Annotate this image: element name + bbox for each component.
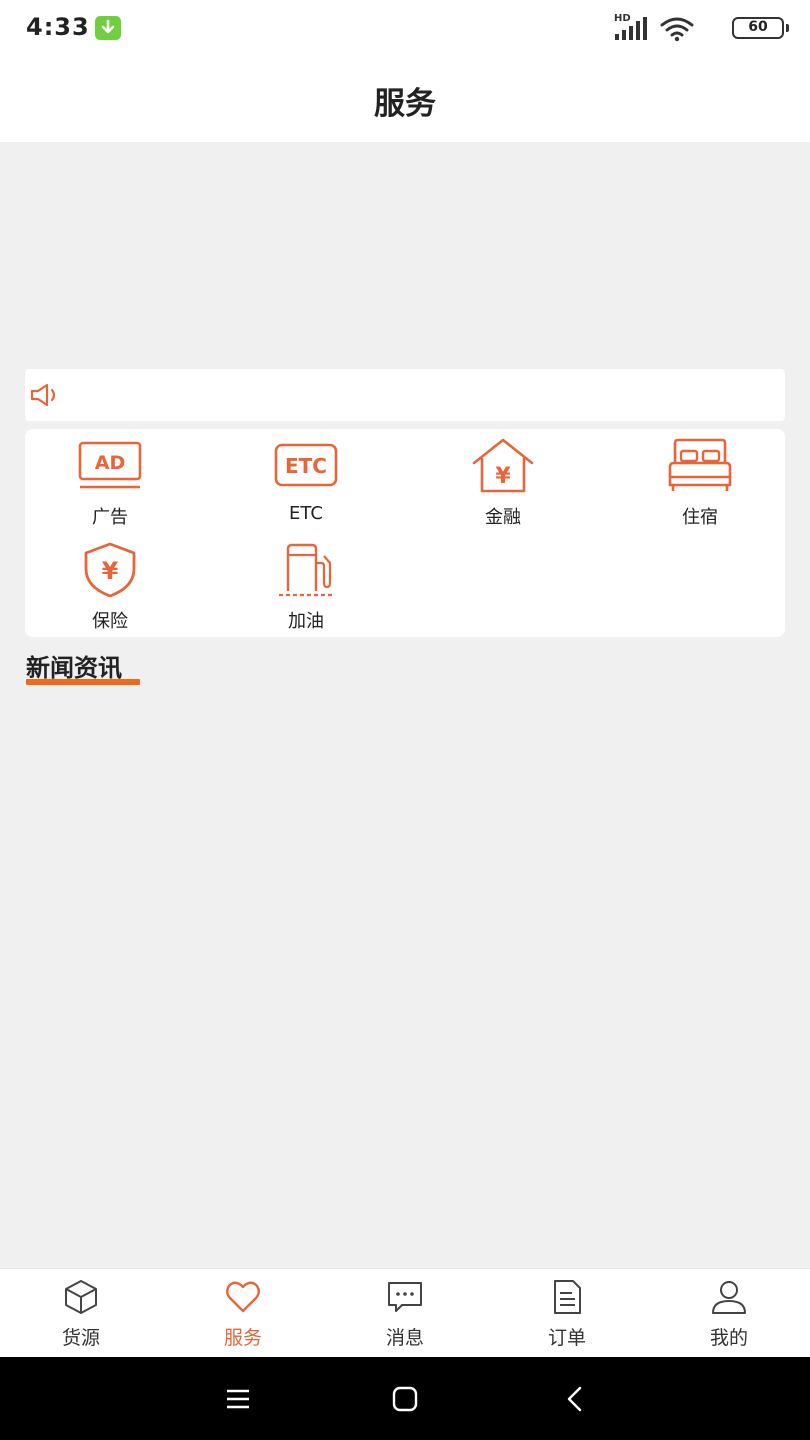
status-time: 4:33 — [26, 13, 90, 41]
speaker-icon — [29, 382, 61, 408]
signal-icon: HD — [614, 13, 648, 42]
tab-label: 货源 — [61, 1327, 100, 1349]
tab-services[interactable]: 服务 — [162, 1269, 324, 1358]
etc-icon-text: ETC — [285, 454, 327, 478]
battery-icon: 60 — [732, 17, 789, 39]
service-panel: AD 广告 ETC ETC ¥ 金融 住宿 ¥ 保险 加油 — [25, 429, 785, 637]
notice-bar[interactable] — [25, 369, 785, 421]
service-fuel[interactable]: 加油 — [221, 533, 391, 633]
back-icon[interactable] — [555, 1379, 595, 1419]
finance-house-icon: ¥ — [472, 438, 534, 493]
battery-level: 60 — [748, 19, 768, 35]
service-finance[interactable]: ¥ 金融 — [418, 429, 588, 529]
wifi-icon — [660, 16, 694, 42]
tab-messages[interactable]: 消息 — [324, 1269, 486, 1358]
ad-icon: AD — [78, 441, 142, 489]
service-label: 加油 — [288, 611, 324, 632]
tab-label: 订单 — [547, 1327, 586, 1349]
service-label: ETC — [289, 503, 323, 524]
user-icon — [712, 1281, 746, 1314]
service-label: 金融 — [485, 507, 521, 528]
banner-area[interactable] — [0, 142, 810, 368]
news-section-title: 新闻资讯 — [26, 654, 122, 682]
page-title: 服务 — [374, 86, 436, 122]
heart-icon — [226, 1281, 260, 1313]
ad-icon-text: AD — [95, 452, 125, 474]
etc-icon: ETC — [274, 443, 338, 487]
bed-icon — [668, 438, 732, 491]
service-insurance[interactable]: ¥ 保险 — [25, 533, 195, 633]
message-icon — [388, 1282, 422, 1312]
service-label: 广告 — [92, 507, 128, 528]
fuel-pump-icon — [279, 543, 335, 597]
service-label: 住宿 — [682, 507, 718, 528]
status-bar: 4:33 HD 60 — [0, 0, 810, 56]
insurance-shield-icon: ¥ — [84, 542, 136, 597]
bottom-tab-bar: 货源 服务 消息 订单 我的 — [0, 1268, 810, 1357]
status-icons: HD 60 — [584, 13, 789, 42]
tab-label: 消息 — [385, 1327, 424, 1349]
tab-goods-source[interactable]: 货源 — [0, 1269, 162, 1358]
tab-profile[interactable]: 我的 — [648, 1269, 810, 1358]
system-nav-bar — [0, 1357, 810, 1440]
insurance-icon-text: ¥ — [102, 557, 119, 585]
finance-icon-text: ¥ — [495, 464, 511, 489]
download-notification-icon — [95, 16, 121, 40]
tab-label: 我的 — [709, 1327, 748, 1349]
tab-label: 服务 — [223, 1327, 262, 1349]
box-icon — [65, 1280, 97, 1314]
news-title-underline — [26, 679, 140, 685]
document-icon — [554, 1280, 581, 1314]
home-icon[interactable] — [385, 1379, 425, 1419]
service-ad[interactable]: AD 广告 — [25, 429, 195, 529]
service-lodging[interactable]: 住宿 — [615, 429, 785, 529]
service-label: 保险 — [92, 611, 128, 632]
service-etc[interactable]: ETC ETC — [221, 429, 391, 529]
title-bar: 服务 — [0, 56, 810, 142]
tab-orders[interactable]: 订单 — [486, 1269, 648, 1358]
menu-icon[interactable] — [218, 1379, 258, 1419]
